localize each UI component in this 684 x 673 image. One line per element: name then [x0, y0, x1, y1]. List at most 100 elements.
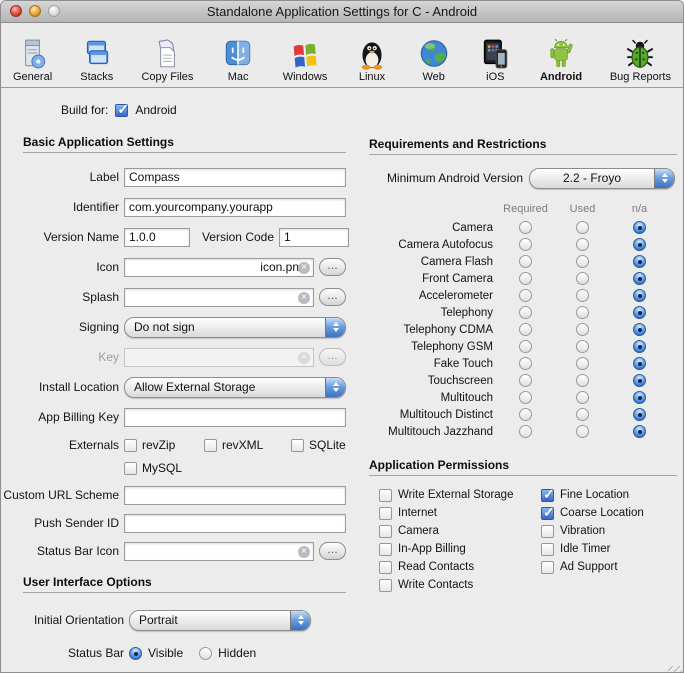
na-radio[interactable] — [633, 272, 646, 285]
na-radio[interactable] — [633, 357, 646, 370]
version-name-input[interactable] — [125, 230, 189, 244]
required-radio[interactable] — [519, 391, 532, 404]
ad-support-checkbox[interactable] — [541, 561, 554, 574]
toolbar-item-mac[interactable]: Mac — [221, 37, 255, 83]
required-radio[interactable] — [519, 306, 532, 319]
na-radio[interactable] — [633, 374, 646, 387]
camera-checkbox[interactable] — [379, 525, 392, 538]
toolbar-item-ios[interactable]: iOS — [478, 37, 512, 83]
version-code-field[interactable] — [279, 228, 349, 247]
toolbar-item-stacks[interactable]: Stacks — [80, 37, 114, 83]
in-app-billing-checkbox[interactable] — [379, 543, 392, 556]
status-bar-icon-browse-button[interactable] — [319, 542, 346, 560]
used-radio[interactable] — [576, 408, 589, 421]
app-billing-key-input[interactable] — [125, 410, 345, 424]
na-radio[interactable] — [633, 238, 646, 251]
na-radio[interactable] — [633, 255, 646, 268]
app-billing-key-field[interactable] — [124, 408, 346, 427]
minimize-button[interactable] — [29, 5, 41, 17]
required-radio[interactable] — [519, 323, 532, 336]
clear-icon[interactable] — [298, 292, 310, 304]
used-radio[interactable] — [576, 306, 589, 319]
required-radio[interactable] — [519, 255, 532, 268]
required-radio[interactable] — [519, 238, 532, 251]
required-radio[interactable] — [519, 374, 532, 387]
version-code-input[interactable] — [280, 230, 348, 244]
required-radio[interactable] — [519, 408, 532, 421]
required-radio[interactable] — [519, 340, 532, 353]
visible-radio[interactable] — [129, 647, 142, 660]
na-radio[interactable] — [633, 289, 646, 302]
used-radio[interactable] — [576, 238, 589, 251]
na-radio[interactable] — [633, 425, 646, 438]
na-radio[interactable] — [633, 323, 646, 336]
used-radio[interactable] — [576, 323, 589, 336]
label-input[interactable] — [125, 170, 345, 184]
toolbar-item-android[interactable]: Android — [540, 37, 582, 83]
required-radio[interactable] — [519, 425, 532, 438]
idle-timer-checkbox[interactable] — [541, 543, 554, 556]
signing-dropdown[interactable]: Do not sign — [124, 317, 346, 338]
coarse-location-checkbox[interactable] — [541, 507, 554, 520]
status-bar-icon-input[interactable] — [125, 544, 313, 558]
toolbar-item-bug-reports[interactable]: Bug Reports — [610, 37, 671, 83]
icon-field[interactable] — [124, 258, 314, 277]
version-name-field[interactable] — [124, 228, 190, 247]
revzip-checkbox[interactable] — [124, 439, 137, 452]
resize-grip[interactable] — [668, 666, 682, 673]
icon-browse-button[interactable] — [319, 258, 346, 276]
used-radio[interactable] — [576, 425, 589, 438]
toolbar-item-linux[interactable]: Linux — [355, 37, 389, 83]
splash-field[interactable] — [124, 288, 314, 307]
close-button[interactable] — [10, 5, 22, 17]
identifier-field[interactable] — [124, 198, 346, 217]
used-radio[interactable] — [576, 221, 589, 234]
required-radio[interactable] — [519, 221, 532, 234]
write-contacts-checkbox[interactable] — [379, 579, 392, 592]
used-radio[interactable] — [576, 255, 589, 268]
write-external-storage-checkbox[interactable] — [379, 489, 392, 502]
na-radio[interactable] — [633, 340, 646, 353]
push-sender-id-input[interactable] — [125, 516, 345, 530]
revxml-checkbox[interactable] — [204, 439, 217, 452]
fine-location-checkbox[interactable] — [541, 489, 554, 502]
splash-input[interactable] — [125, 290, 313, 304]
toolbar-item-general[interactable]: General — [13, 37, 52, 83]
mysql-checkbox[interactable] — [124, 462, 137, 475]
used-radio[interactable] — [576, 340, 589, 353]
na-radio[interactable] — [633, 391, 646, 404]
used-radio[interactable] — [576, 357, 589, 370]
toolbar-item-copy-files[interactable]: Copy Files — [141, 37, 193, 83]
required-radio[interactable] — [519, 272, 532, 285]
vibration-checkbox[interactable] — [541, 525, 554, 538]
splash-browse-button[interactable] — [319, 288, 346, 306]
custom-url-scheme-field[interactable] — [124, 486, 346, 505]
initial-orientation-dropdown[interactable]: Portrait — [129, 610, 311, 631]
title-bar[interactable]: Standalone Application Settings for C - … — [1, 1, 683, 23]
hidden-radio[interactable] — [199, 647, 212, 660]
icon-input[interactable] — [125, 260, 313, 274]
install-location-dropdown[interactable]: Allow External Storage — [124, 377, 346, 398]
status-bar-icon-field[interactable] — [124, 542, 314, 561]
na-radio[interactable] — [633, 408, 646, 421]
build-for-checkbox[interactable] — [115, 104, 128, 117]
used-radio[interactable] — [576, 289, 589, 302]
used-radio[interactable] — [576, 272, 589, 285]
clear-icon[interactable] — [298, 546, 310, 558]
required-radio[interactable] — [519, 357, 532, 370]
na-radio[interactable] — [633, 221, 646, 234]
used-radio[interactable] — [576, 374, 589, 387]
custom-url-scheme-input[interactable] — [125, 488, 345, 502]
clear-icon[interactable] — [298, 262, 310, 274]
read-contacts-checkbox[interactable] — [379, 561, 392, 574]
required-radio[interactable] — [519, 289, 532, 302]
push-sender-id-field[interactable] — [124, 514, 346, 533]
min-android-version-dropdown[interactable]: 2.2 - Froyo — [529, 168, 675, 189]
na-radio[interactable] — [633, 306, 646, 319]
identifier-input[interactable] — [125, 200, 345, 214]
used-radio[interactable] — [576, 391, 589, 404]
toolbar-item-web[interactable]: Web — [417, 37, 451, 83]
zoom-button[interactable] — [48, 5, 60, 17]
internet-checkbox[interactable] — [379, 507, 392, 520]
label-field[interactable] — [124, 168, 346, 187]
